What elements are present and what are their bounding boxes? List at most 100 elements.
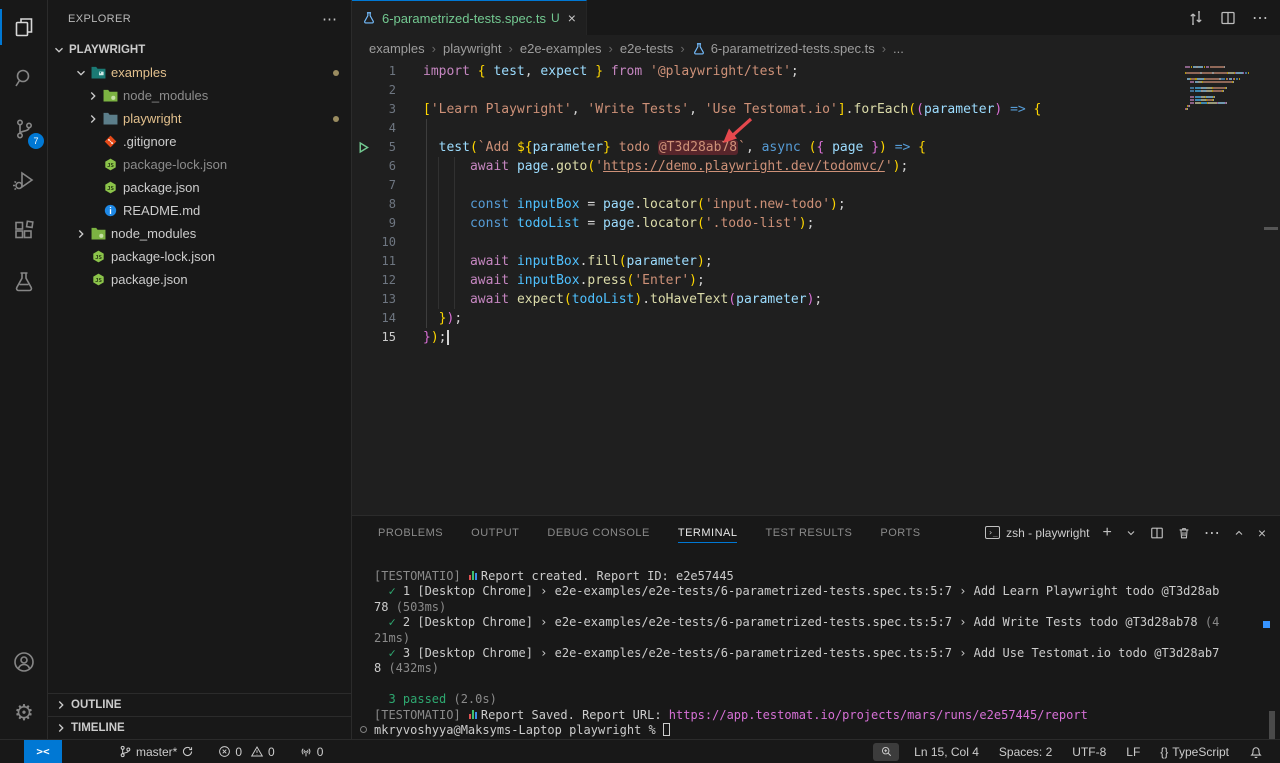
- terminal-output[interactable]: [TESTOMATIO] Report created. Report ID: …: [352, 549, 1280, 738]
- tree-item-package-lock-json[interactable]: JSpackage-lock.json: [48, 245, 351, 268]
- close-panel-icon[interactable]: ×: [1258, 525, 1266, 541]
- open-changes-icon[interactable]: [1188, 10, 1204, 26]
- code-line-2[interactable]: 2: [352, 81, 1280, 100]
- panel-tab-output[interactable]: OUTPUT: [471, 523, 519, 543]
- remote-indicator[interactable]: ><: [24, 740, 62, 763]
- panel-tabs: PROBLEMS OUTPUT DEBUG CONSOLE TERMINAL TEST …: [352, 523, 921, 543]
- chevron-right-icon: [85, 112, 101, 126]
- run-test-play-icon[interactable]: [352, 138, 378, 157]
- source-control-icon[interactable]: 7: [0, 105, 48, 153]
- tree-item-package-json[interactable]: JSpackage.json: [48, 268, 351, 291]
- code-line-10[interactable]: 10: [352, 233, 1280, 252]
- terminal-row: 3 passed (2.0s): [374, 692, 1280, 707]
- git-modified-dot: [333, 70, 339, 76]
- glyph-margin: [352, 119, 378, 138]
- panel-tab-debug-console[interactable]: DEBUG CONSOLE: [547, 523, 649, 543]
- tree-item-node-modules[interactable]: node_modules: [48, 222, 351, 245]
- panel-more-icon[interactable]: ⋯: [1204, 523, 1220, 543]
- tree-item-playwright[interactable]: playwright: [48, 107, 351, 130]
- code-text: });: [423, 328, 449, 347]
- accounts-icon[interactable]: [0, 638, 48, 686]
- extensions-icon[interactable]: [0, 207, 48, 255]
- tree-item-node-modules[interactable]: node_modules: [48, 84, 351, 107]
- ports-item[interactable]: 0: [294, 741, 329, 763]
- outline-pane[interactable]: OUTLINE: [48, 693, 351, 716]
- terminal-report-link[interactable]: https://app.testomat.io/projects/mars/ru…: [669, 708, 1088, 722]
- code-line-13[interactable]: 13 await expect(todoList).toHaveText(par…: [352, 290, 1280, 309]
- indentation-item[interactable]: Spaces: 2: [994, 741, 1057, 763]
- more-actions-icon[interactable]: ⋯: [1252, 8, 1268, 28]
- line-number: 12: [378, 271, 396, 290]
- git-branch-item[interactable]: master*: [114, 741, 199, 763]
- search-icon[interactable]: [0, 54, 48, 102]
- code-line-5[interactable]: 5 test(`Add ${parameter} todo @T3d28ab78…: [352, 138, 1280, 157]
- code-line-8[interactable]: 8 const inputBox = page.locator('input.n…: [352, 195, 1280, 214]
- code-line-3[interactable]: 3['Learn Playwright', 'Write Tests', 'Us…: [352, 100, 1280, 119]
- new-terminal-icon[interactable]: +: [1102, 524, 1111, 542]
- language-mode-item[interactable]: {} TypeScript: [1155, 741, 1234, 763]
- timeline-pane[interactable]: TIMELINE: [48, 716, 351, 739]
- breadcrumb-item-playwright[interactable]: playwright: [443, 41, 502, 56]
- tree-item-readme-md[interactable]: README.md: [48, 199, 351, 222]
- terminal-scrollbar[interactable]: [1269, 711, 1275, 739]
- tree-item-examples[interactable]: examples: [48, 61, 351, 84]
- glyph-margin: [352, 62, 378, 81]
- code-line-6[interactable]: 6 await page.goto('https://demo.playwrig…: [352, 157, 1280, 176]
- cursor-position-item[interactable]: Ln 15, Col 4: [909, 741, 984, 763]
- encoding-item[interactable]: UTF-8: [1067, 741, 1111, 763]
- code-line-4[interactable]: 4: [352, 119, 1280, 138]
- run-debug-icon[interactable]: [0, 156, 48, 204]
- tree-item-package-lock-json[interactable]: JSpackage-lock.json: [48, 153, 351, 176]
- tree-item-label: package-lock.json: [123, 157, 227, 172]
- kill-terminal-trash-icon[interactable]: [1177, 526, 1191, 540]
- close-icon[interactable]: ×: [568, 10, 576, 26]
- terminal-session-select[interactable]: ›_ zsh - playwright: [985, 526, 1089, 540]
- maximize-panel-chevron-icon[interactable]: [1233, 527, 1245, 539]
- minimap-line: [1185, 96, 1271, 98]
- breadcrumb-item-[interactable]: ...: [893, 41, 904, 56]
- split-editor-icon[interactable]: [1220, 10, 1236, 26]
- tree-item-gitignore[interactable]: .gitignore: [48, 130, 351, 153]
- breadcrumb-separator: ›: [432, 41, 436, 56]
- breadcrumb-separator: ›: [609, 41, 613, 56]
- folder-playwright-icon: [101, 112, 119, 125]
- terminal-row: [374, 677, 1280, 692]
- breadcrumb-item-e2e-tests[interactable]: e2e-tests: [620, 41, 673, 56]
- zoom-status-icon[interactable]: [873, 743, 899, 761]
- panel-tab-terminal[interactable]: TERMINAL: [678, 523, 738, 543]
- breadcrumb-item-examples[interactable]: examples: [369, 41, 425, 56]
- chevron-right-icon: [54, 698, 68, 712]
- code-line-1[interactable]: 1import { test, expect } from '@playwrig…: [352, 62, 1280, 81]
- split-terminal-icon[interactable]: [1150, 526, 1164, 540]
- eol-item[interactable]: LF: [1121, 741, 1145, 763]
- code-line-11[interactable]: 11 await inputBox.fill(parameter);: [352, 252, 1280, 271]
- line-number: 13: [378, 290, 396, 309]
- tree-item-package-json[interactable]: JSpackage.json: [48, 176, 351, 199]
- workspace-root-playwright[interactable]: PLAYWRIGHT: [48, 38, 351, 61]
- code-line-12[interactable]: 12 await inputBox.press('Enter');: [352, 271, 1280, 290]
- breadcrumb-item-e2e-examples[interactable]: e2e-examples: [520, 41, 602, 56]
- code-line-14[interactable]: 14 });: [352, 309, 1280, 328]
- tab-spec-file[interactable]: 6-parametrized-tests.spec.ts U ×: [352, 0, 587, 35]
- terminal-dropdown-chevron-icon[interactable]: [1125, 527, 1137, 539]
- panel-tab-test-results[interactable]: TEST RESULTS: [765, 523, 852, 543]
- minimap[interactable]: [1185, 66, 1271, 111]
- code-line-15[interactable]: 15});: [352, 328, 1280, 347]
- problems-item[interactable]: 0 0: [213, 741, 279, 763]
- breadcrumb-item-6-parametrized-tests-spec-ts[interactable]: 6-parametrized-tests.spec.ts: [692, 41, 875, 56]
- explorer-icon[interactable]: [0, 3, 48, 51]
- breadcrumb-label: playwright: [443, 41, 502, 56]
- terminal-row: [TESTOMATIO] Report created. Report ID: …: [374, 569, 1280, 584]
- tree-item-label: README.md: [123, 203, 200, 218]
- explorer-more-icon[interactable]: ⋯: [322, 10, 337, 28]
- code-line-7[interactable]: 7: [352, 176, 1280, 195]
- status-bar: >< master* 0 0 0 Ln 15, Col 4 Spaces: 2 …: [0, 739, 1280, 763]
- panel-tab-ports[interactable]: PORTS: [880, 523, 920, 543]
- settings-gear-icon[interactable]: ⚙: [0, 689, 48, 737]
- notifications-bell-icon[interactable]: [1244, 741, 1268, 763]
- panel-tab-problems[interactable]: PROBLEMS: [378, 523, 443, 543]
- tree-item-label: examples: [111, 65, 167, 80]
- code-editor[interactable]: 1import { test, expect } from '@playwrig…: [352, 62, 1280, 515]
- code-line-9[interactable]: 9 const todoList = page.locator('.todo-l…: [352, 214, 1280, 233]
- testing-flask-icon[interactable]: [0, 258, 48, 306]
